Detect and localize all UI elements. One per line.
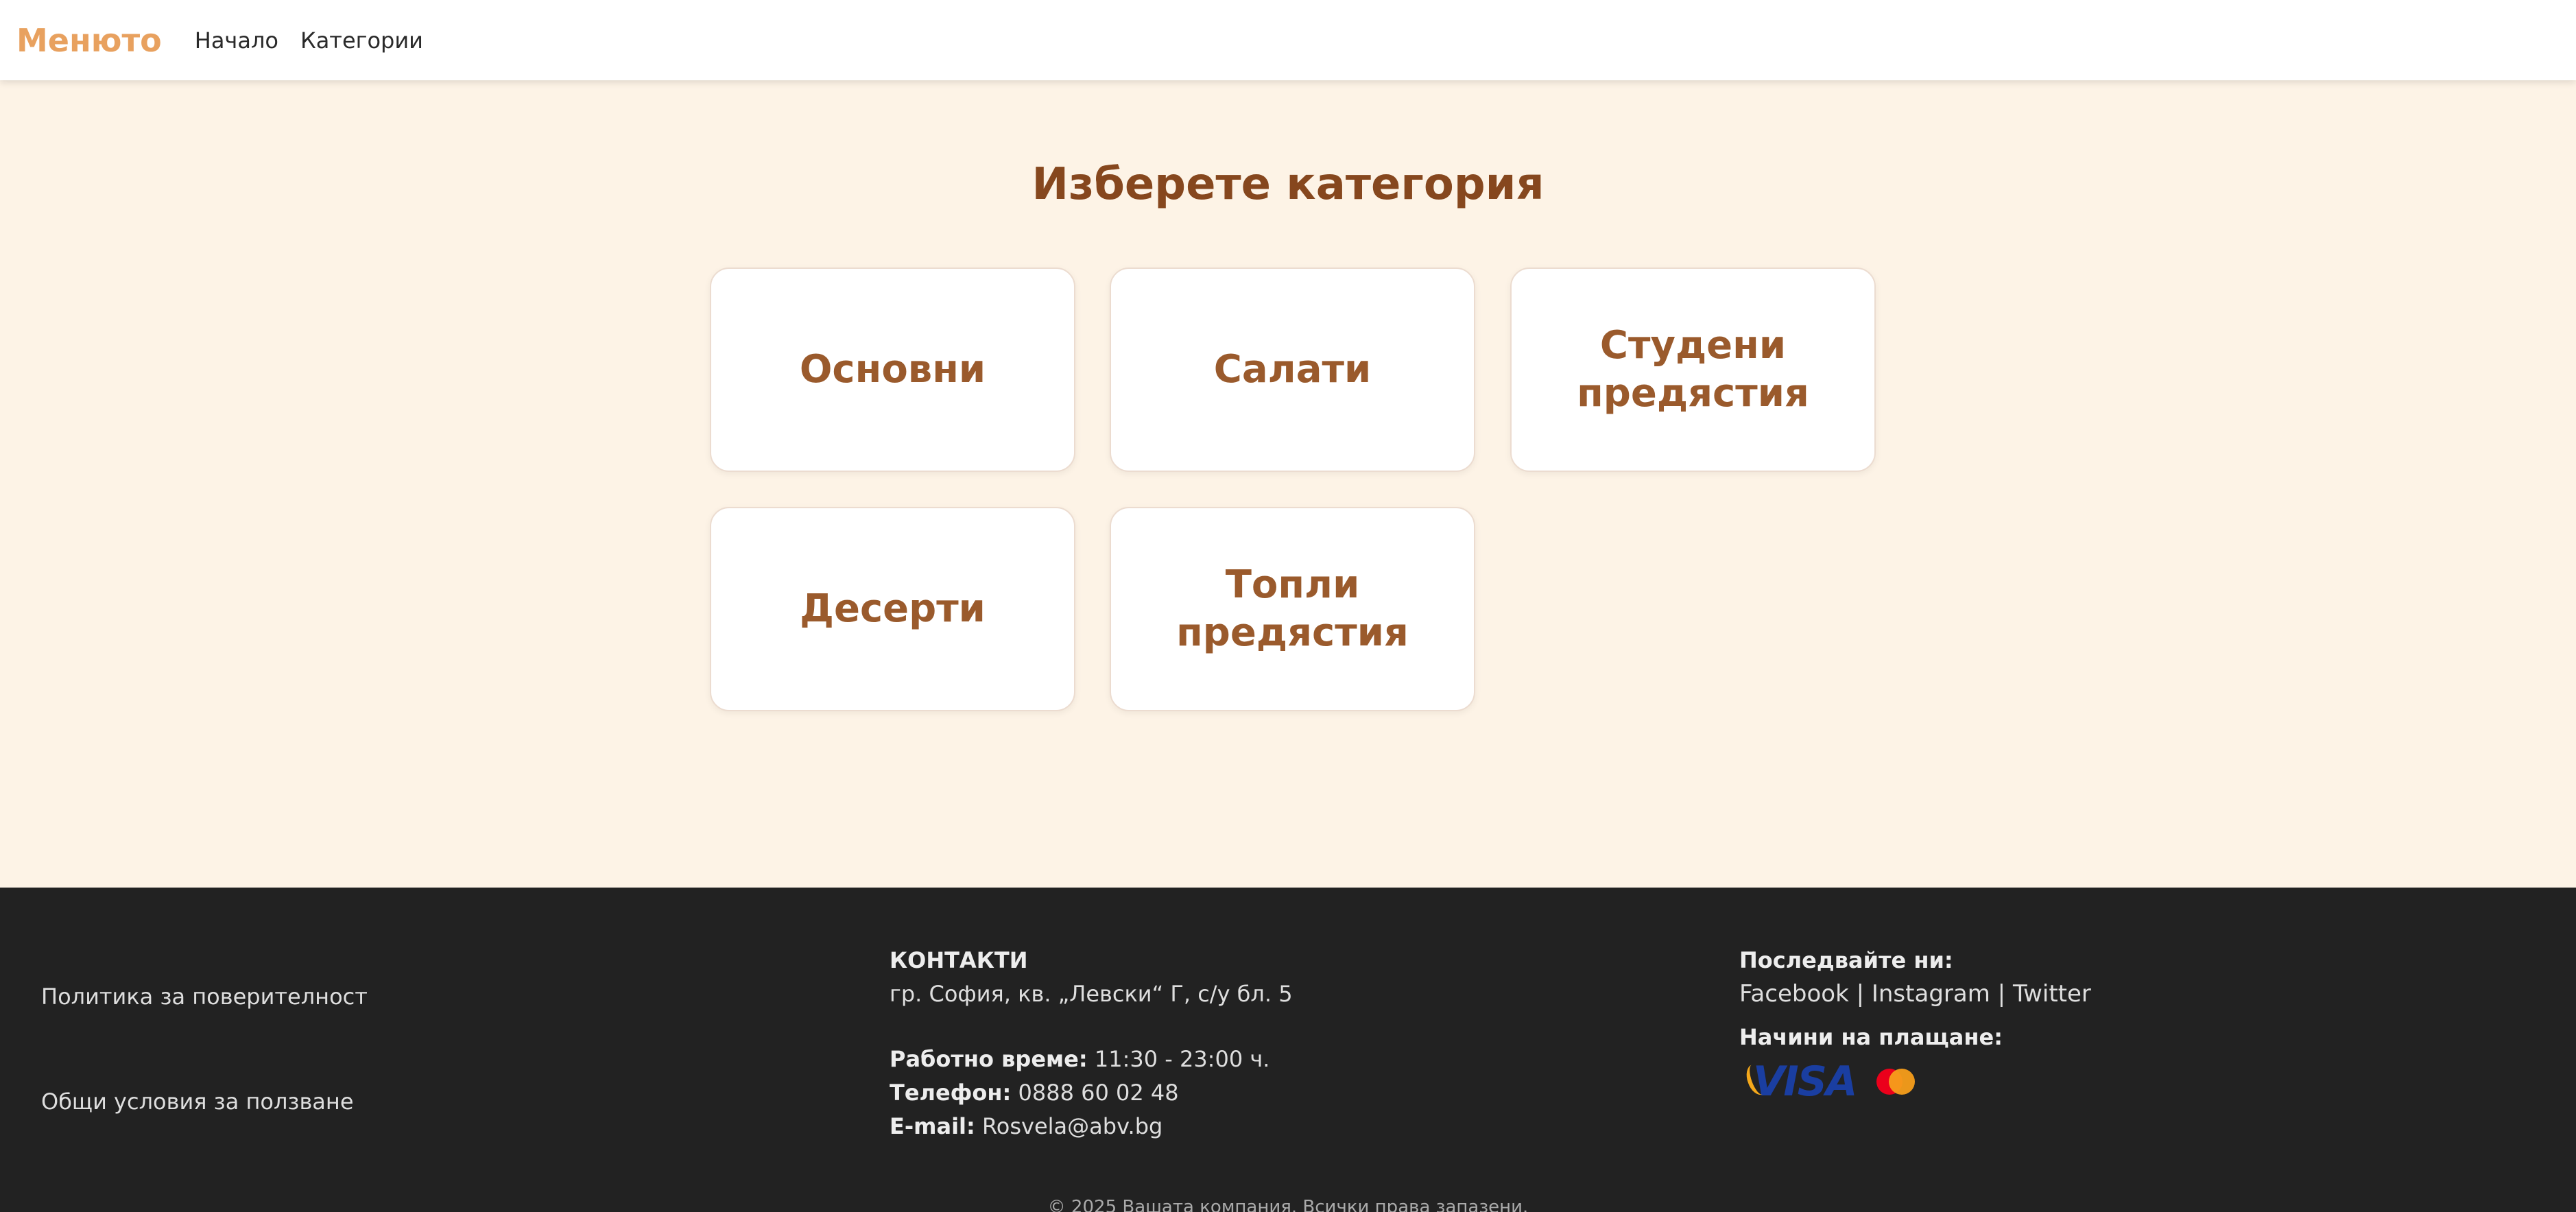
visa-icon: VISA: [1742, 1061, 1857, 1102]
contacts-address: гр. София, кв. „Левски“ Г, с/у бл. 5: [890, 981, 1293, 1007]
nav-link-home[interactable]: Начало: [195, 27, 278, 54]
main-content: Изберете категория Основни Салати Студен…: [0, 80, 2576, 888]
social-separator: |: [1856, 980, 1865, 1008]
category-card-label: Основни: [799, 347, 986, 392]
brand-logo[interactable]: Менюто: [16, 22, 162, 59]
email-value[interactable]: Rosvela@abv.bg: [982, 1113, 1162, 1139]
category-card-main-dishes[interactable]: Основни: [710, 268, 1075, 472]
twitter-link[interactable]: Twitter: [2013, 980, 2091, 1008]
phone-value[interactable]: 0888 60 02 48: [1018, 1080, 1178, 1106]
follow-section: Последвайте ни: Facebook | Instagram | T…: [1739, 944, 2091, 1102]
mastercard-icon: [1876, 1069, 1916, 1095]
hours-value: 11:30 - 23:00 ч.: [1094, 1046, 1270, 1072]
nav-link-categories[interactable]: Категории: [300, 27, 423, 54]
hours-label: Работно време:: [890, 1046, 1088, 1072]
facebook-link[interactable]: Facebook: [1739, 980, 1849, 1008]
site-footer: Политика за поверителност Общи условия з…: [0, 888, 2576, 1212]
terms-of-use-link[interactable]: Общи условия за ползване: [41, 1089, 354, 1115]
phone-label: Телефон:: [890, 1080, 1012, 1106]
category-card-label: Десерти: [800, 586, 986, 631]
category-card-label: Топли предястия: [1176, 562, 1409, 655]
social-links: Facebook | Instagram | Twitter: [1739, 977, 2091, 1011]
payment-methods: VISA: [1742, 1061, 2091, 1102]
page-title: Изберете категория: [1031, 159, 1545, 210]
category-card-hot-appetizers[interactable]: Топли предястия: [1110, 507, 1475, 711]
top-navbar: Менюто Начало Категории: [0, 0, 2576, 80]
social-separator: |: [1997, 980, 2006, 1008]
contacts-section: КОНТАКТИ гр. София, кв. „Левски“ Г, с/у …: [890, 944, 1293, 1143]
category-card-cold-appetizers[interactable]: Студени предястия: [1510, 268, 1876, 472]
category-card-salads[interactable]: Салати: [1110, 268, 1475, 472]
email-label: E-mail:: [890, 1113, 975, 1139]
instagram-link[interactable]: Instagram: [1872, 980, 1990, 1008]
category-card-label: Салати: [1213, 347, 1372, 392]
category-card-desserts[interactable]: Десерти: [710, 507, 1075, 711]
payment-heading: Начини на плащане:: [1739, 1024, 2003, 1050]
privacy-policy-link[interactable]: Политика за поверителност: [41, 984, 368, 1010]
copyright-text: © 2025 Вашата компания. Всички права зап…: [1047, 1197, 1529, 1212]
category-card-label: Студени предястия: [1577, 323, 1809, 416]
contacts-heading: КОНТАКТИ: [890, 947, 1028, 973]
follow-heading: Последвайте ни:: [1739, 947, 1953, 973]
